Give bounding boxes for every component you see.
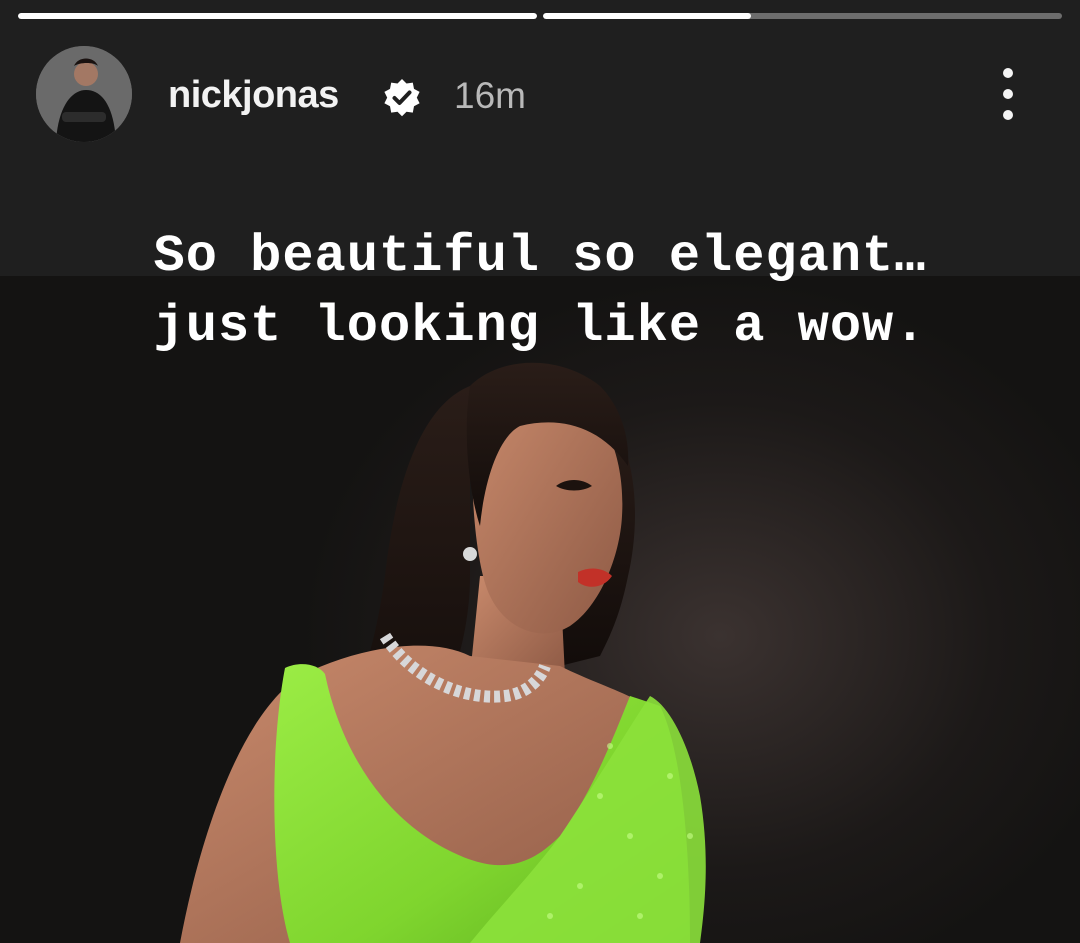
verified-badge-icon — [384, 79, 420, 117]
caption-line-2: just looking like a wow. — [153, 297, 927, 356]
more-dot — [1003, 110, 1013, 120]
story-photo — [0, 276, 1080, 943]
more-dot — [1003, 68, 1013, 78]
story-progress-fill-1 — [18, 13, 537, 19]
profile-avatar[interactable] — [36, 46, 132, 142]
story-header: nickjonas 16m — [0, 40, 1080, 150]
story-photo-illustration — [180, 362, 706, 943]
username[interactable]: nickjonas — [168, 74, 339, 117]
post-timestamp: 16m — [454, 75, 526, 116]
more-dot — [1003, 89, 1013, 99]
more-options-icon[interactable] — [988, 68, 1028, 120]
story-progress-bar-2 — [543, 13, 1062, 19]
story-viewer[interactable]: nickjonas 16m So beautiful so elegant… j… — [0, 0, 1080, 943]
profile-photo-icon — [36, 46, 132, 142]
caption-line-1: So beautiful so elegant… — [153, 227, 927, 286]
story-progress-bar-1 — [18, 13, 537, 19]
story-caption: So beautiful so elegant… just looking li… — [0, 222, 1080, 362]
story-progress-fill-2 — [543, 13, 751, 19]
